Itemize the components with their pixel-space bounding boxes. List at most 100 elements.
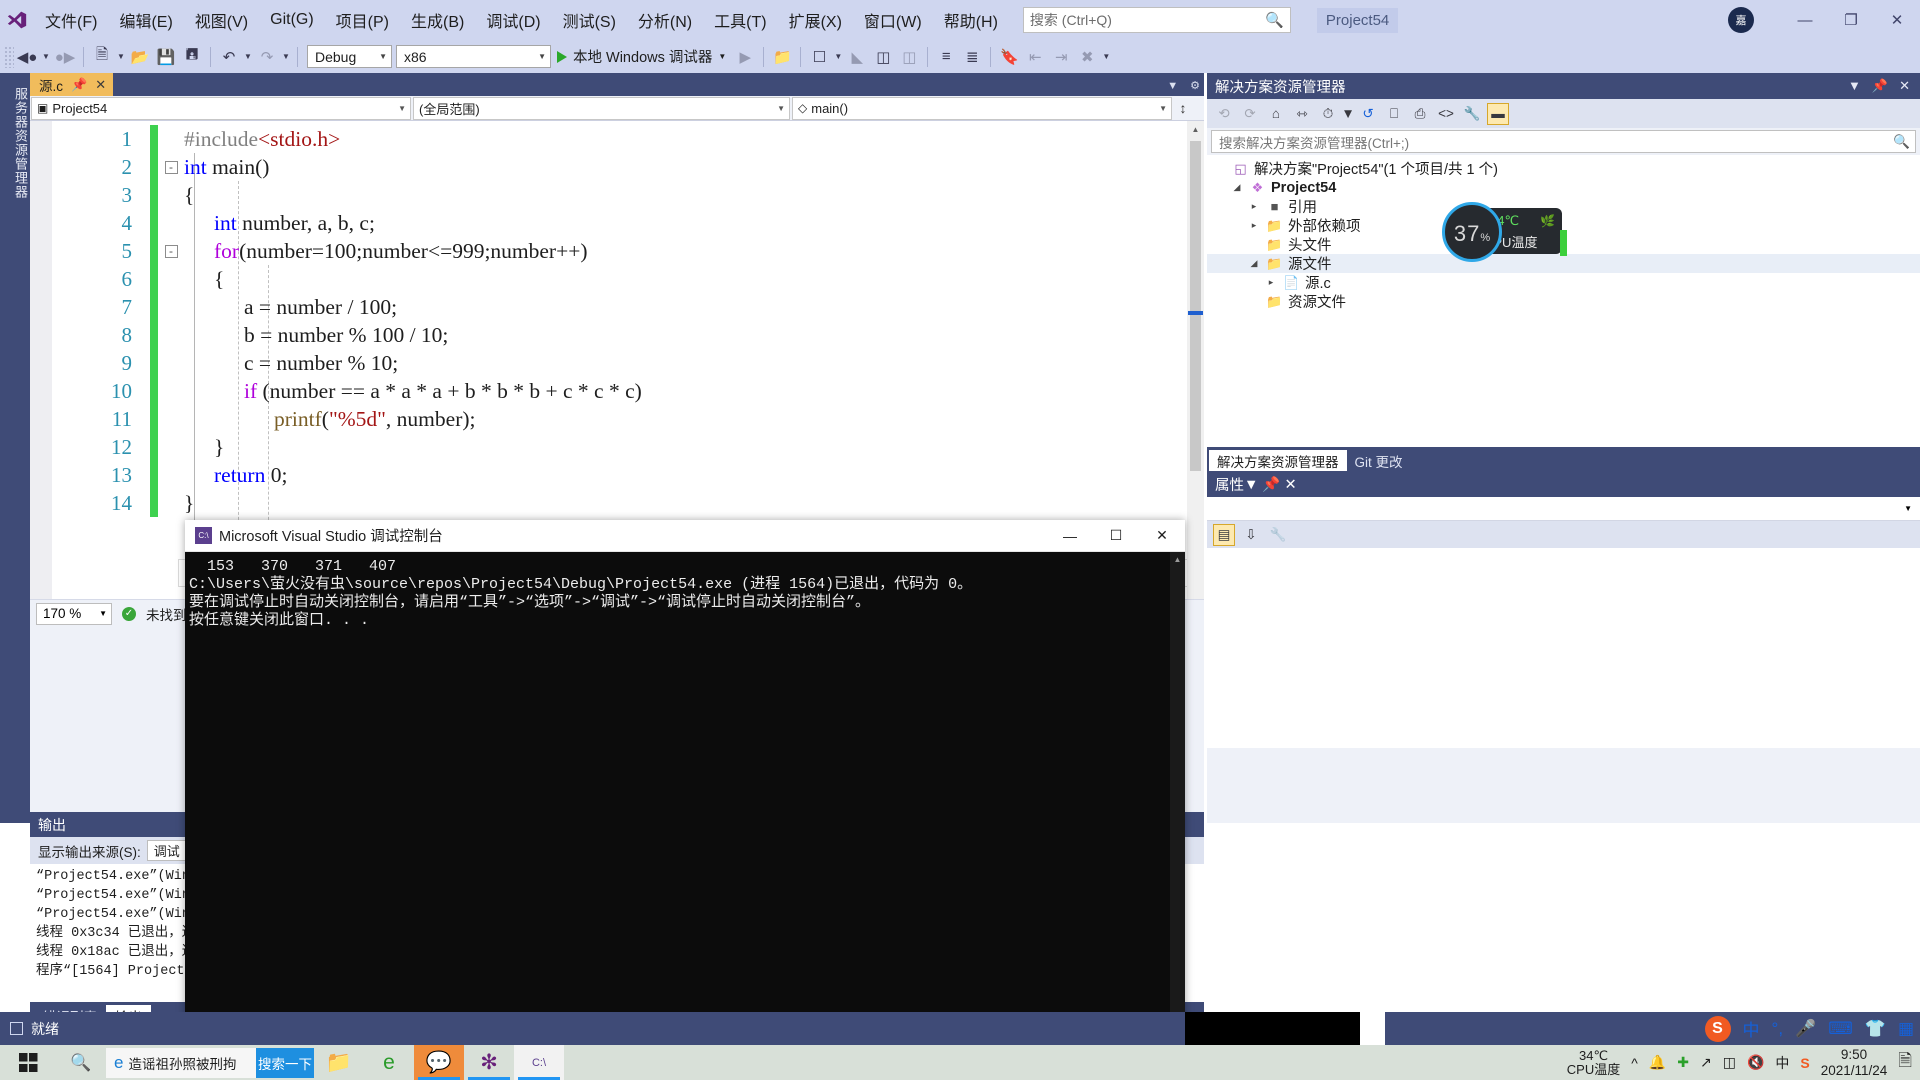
solution-explorer-search[interactable]: 搜索解决方案资源管理器(Ctrl+;) 🔍 [1211,130,1916,153]
properties-object-combo[interactable]: ▼ [1207,497,1920,521]
toolbar-overflow-icon[interactable]: ▼ [1100,52,1112,61]
console-minimize-button[interactable]: — [1047,520,1093,552]
apps-icon[interactable]: ▦ [1898,1019,1914,1039]
pin-icon[interactable]: 📌 [71,77,87,93]
expanded-arrow-icon[interactable]: ◢ [1230,182,1244,193]
wechat-icon[interactable]: 💬 [414,1045,464,1080]
refresh-icon[interactable]: ↺ [1357,103,1379,125]
attach-process-icon[interactable]: ▶ [732,44,758,70]
fold-column[interactable] [158,293,184,321]
undo-dropdown-icon[interactable]: ▼ [242,52,254,61]
collapse-all-icon[interactable]: ⎕ [1383,103,1405,125]
console-maximize-button[interactable]: ☐ [1093,520,1139,552]
navbar-scope-combo[interactable]: (全局范围) ▼ [413,97,790,120]
ime-mode-chinese[interactable]: 中 [1743,1016,1760,1041]
save-icon[interactable]: 💾 [153,44,179,70]
maximize-button[interactable]: ❐ [1828,4,1874,36]
fold-column[interactable] [158,349,184,377]
collapsed-arrow-icon[interactable]: ▸ [1247,220,1261,231]
property-pages-wrench-icon[interactable]: 🔧 [1267,524,1289,546]
code-line[interactable]: 1#include<stdio.h> [30,125,1204,153]
fold-column[interactable] [158,265,184,293]
split-view-icon[interactable]: ↕ [1173,100,1193,116]
navigate-back-icon[interactable]: ◀● [14,44,40,70]
open-folder-icon[interactable]: 📂 [127,44,153,70]
preview-selected-items-icon[interactable]: ▬ [1487,103,1509,125]
sogou-icon[interactable]: S [1800,1055,1809,1071]
menu-project[interactable]: 项目(P) [325,0,400,40]
menu-view[interactable]: 视图(V) [184,0,259,40]
categorized-icon[interactable]: ▤ [1213,524,1235,546]
tab-git-changes[interactable]: Git 更改 [1347,450,1411,471]
menu-debug[interactable]: 调试(D) [475,0,551,40]
fold-column[interactable]: - [158,237,184,265]
close-icon[interactable]: ✕ [1899,78,1910,94]
code-line[interactable]: 10if (number == a * a * a + b * b * b + … [30,377,1204,405]
collapsed-arrow-icon[interactable]: ▸ [1247,201,1261,212]
code-line[interactable]: 2-int main() [30,153,1204,181]
visual-studio-icon[interactable]: ✻ [464,1045,514,1080]
expanded-arrow-icon[interactable]: ◢ [1247,258,1261,269]
avatar[interactable]: 嘉 [1728,7,1754,33]
close-button[interactable]: ✕ [1874,4,1920,36]
close-icon[interactable]: ✕ [1284,477,1296,493]
debug-console-window[interactable]: C:\ Microsoft Visual Studio 调试控制台 — ☐ ✕ … [185,520,1185,1020]
gear-icon[interactable]: ⚙ [1190,79,1200,92]
code-line[interactable]: 13return 0; [30,461,1204,489]
next-bookmark-icon[interactable]: ⇥ [1048,44,1074,70]
previous-bookmark-icon[interactable]: ⇤ [1022,44,1048,70]
tree-node[interactable]: ◢📁源文件 [1207,254,1920,273]
code-line[interactable]: 11printf("%5d", number); [30,405,1204,433]
comment-icon[interactable]: ◫ [870,44,896,70]
taskbar-clock[interactable]: 9:50 2021/11/24 [1821,1047,1888,1079]
code-line[interactable]: 14} [30,489,1204,517]
code-line[interactable]: 8b = number % 100 / 10; [30,321,1204,349]
home-icon[interactable]: ⌂ [1265,103,1287,125]
file-explorer-icon[interactable]: 📁 [314,1045,364,1080]
layout-dropdown-icon[interactable]: ▼ [832,52,844,61]
show-hidden-icons-icon[interactable]: ^ [1631,1055,1638,1071]
wifi-icon[interactable]: ↗ [1700,1054,1712,1071]
menu-window[interactable]: 窗口(W) [853,0,933,40]
new-item-dropdown-icon[interactable]: ▼ [115,52,127,61]
navbar-member-combo[interactable]: ◇ main() ▼ [792,97,1172,120]
chevron-down-icon[interactable]: ▼ [1167,80,1178,92]
chevron-down-icon[interactable]: ▼ [1244,477,1258,493]
solution-configuration-combo[interactable]: Debug ▼ [307,45,392,68]
tree-node[interactable]: ◱解决方案"Project54"(1 个项目/共 1 个) [1207,159,1920,178]
fold-column[interactable] [158,433,184,461]
start-debugging-button[interactable]: 本地 Windows 调试器 ▼ [551,44,732,70]
taskbar-search-button[interactable]: 搜索一下 [256,1048,314,1078]
windows-start-icon[interactable] [0,1045,56,1080]
close-icon[interactable]: ✕ [95,77,106,93]
taskbar-search-icon[interactable]: 🔍 [56,1045,106,1080]
notification-bell-icon[interactable]: 🔔 [1649,1054,1666,1071]
editor-vertical-scrollbar[interactable]: ▲ [1187,121,1204,599]
menu-extensions[interactable]: 扩展(X) [778,0,853,40]
code-line[interactable]: 6{ [30,265,1204,293]
clear-bookmarks-icon[interactable]: ✖ [1074,44,1100,70]
save-all-icon[interactable]: 🖪 [179,44,205,70]
menu-help[interactable]: 帮助(H) [933,0,1009,40]
menu-file[interactable]: 文件(F) [34,0,108,40]
code-line[interactable]: 5-for(number=100;number<=999;number++) [30,237,1204,265]
back-icon[interactable]: ⟲ [1213,103,1235,125]
pin-icon[interactable]: 📌 [1262,477,1280,493]
collapse-icon[interactable]: - [165,245,178,258]
fold-column[interactable] [158,181,184,209]
menu-tools[interactable]: 工具(T) [703,0,777,40]
security-shield-icon[interactable]: ✚ [1677,1054,1689,1071]
menu-build[interactable]: 生成(B) [400,0,475,40]
navbar-project-combo[interactable]: ▣ Project54 ▼ [31,97,411,120]
microphone-icon[interactable]: 🎤 [1795,1019,1816,1039]
window-layout-icon[interactable]: ☐ [806,44,832,70]
code-line[interactable]: 4int number, a, b, c; [30,209,1204,237]
fold-column[interactable]: - [158,153,184,181]
fold-column[interactable] [158,405,184,433]
cpu-temperature-widget[interactable]: 34℃ 🌿 CPU温度 37 % [1442,202,1562,260]
taskbar-search-box[interactable]: e 造谣祖孙照被刑拘 搜索一下 [106,1048,314,1078]
forward-icon[interactable]: ⟳ [1239,103,1261,125]
chevron-down-icon[interactable]: ▼ [1343,103,1353,125]
folder-search-icon[interactable]: 📁 [769,44,795,70]
tree-node[interactable]: 📁资源文件 [1207,292,1920,311]
